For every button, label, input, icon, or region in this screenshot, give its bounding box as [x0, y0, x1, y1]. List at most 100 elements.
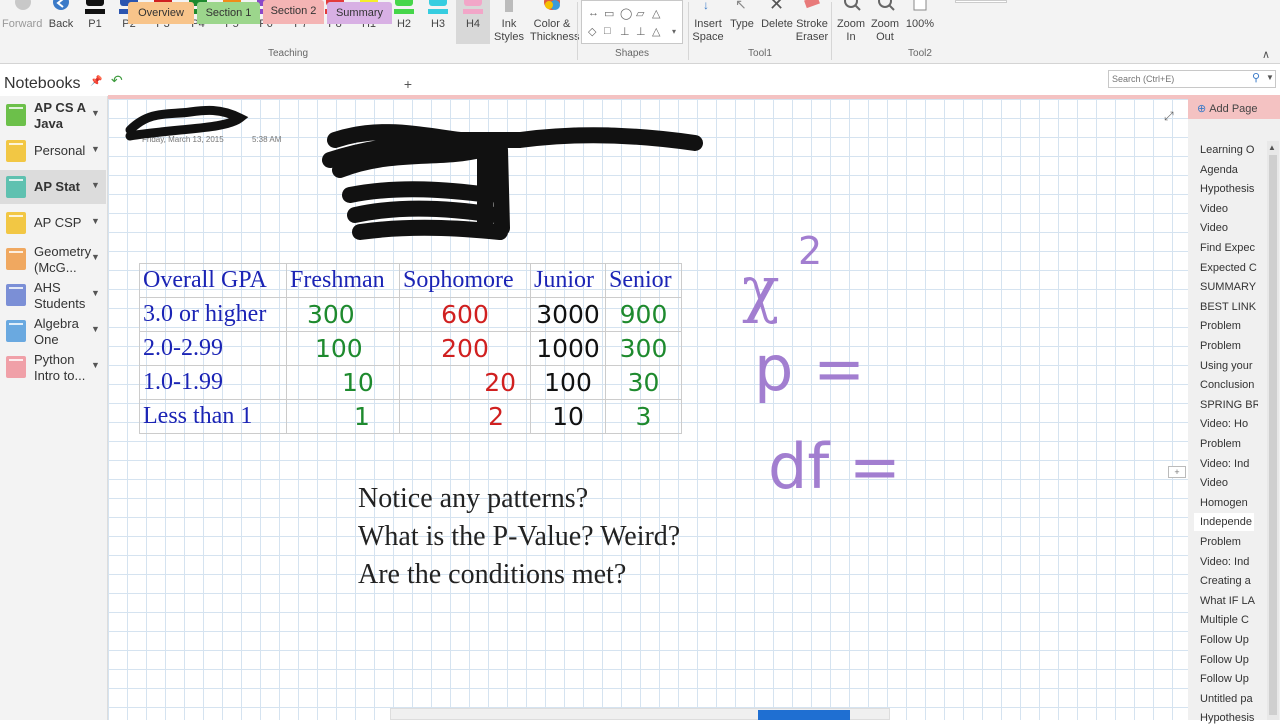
row-label: Less than 1 [139, 399, 287, 434]
page-list-item[interactable]: Follow Up [1194, 670, 1258, 688]
shape-diamond-icon: ◇ [588, 26, 597, 38]
chevron-down-icon[interactable]: ▼ [91, 252, 100, 262]
zoom-out-button[interactable]: Zoom Out [868, 0, 902, 48]
insert-page-icon[interactable]: + [1168, 466, 1186, 478]
notebook-ap-stat[interactable]: AP Stat ▼ [0, 170, 106, 204]
chevron-down-icon[interactable]: ▼ [91, 216, 100, 226]
bottom-action-button[interactable] [758, 710, 850, 720]
page-list-item[interactable]: Independe [1194, 513, 1254, 532]
search-scope-dropdown-icon[interactable]: ▼ [1266, 73, 1274, 82]
tab-summary[interactable]: Summary [327, 2, 392, 24]
page-list-item[interactable]: Homogen [1194, 494, 1258, 512]
color-thickness-button[interactable]: Color & Thickness [530, 0, 580, 48]
insert-space-label: Insert Space [692, 18, 724, 43]
add-page-button[interactable]: ⊕ Add Page [1188, 99, 1280, 119]
notebooks-header: Notebooks 📌 [0, 72, 108, 94]
notebook-ap-cs-a-java[interactable]: AP CS A Java ▼ [0, 98, 106, 132]
group-label-tool1: Tool1 [748, 48, 772, 59]
handwritten-value: 100 [286, 331, 400, 366]
page-list-item[interactable]: What IF LA [1194, 592, 1258, 610]
page-list-item[interactable]: Video [1194, 200, 1258, 218]
page-list-item[interactable]: Using your [1194, 357, 1258, 375]
page-list-item[interactable]: Multiple C [1194, 611, 1258, 629]
tab-overview[interactable]: Overview [128, 2, 194, 24]
page-list-item[interactable]: Problem [1194, 337, 1258, 355]
notebook-label: AP Stat [34, 179, 80, 194]
expand-icon[interactable]: ⤢ [1164, 109, 1174, 124]
collapse-ribbon-icon[interactable]: ∧ [1262, 48, 1270, 61]
add-section-button[interactable]: + [395, 75, 421, 95]
table-row: 1.0-1.99 10 20 100 30 [139, 365, 682, 400]
table-header-row: Overall GPA Freshman Sophomore Junior Se… [139, 263, 682, 298]
tab-section-1[interactable]: Section 1 [197, 2, 260, 24]
notebook-icon [6, 284, 26, 306]
page-list-item[interactable]: Find Expec [1194, 239, 1258, 257]
search-icon[interactable]: ⚲ [1252, 71, 1260, 84]
chevron-down-icon[interactable]: ▼ [91, 108, 100, 118]
page-list-item[interactable]: BEST LINK [1194, 298, 1258, 316]
notebook-personal[interactable]: Personal ▼ [0, 134, 106, 168]
page-list-item[interactable]: Creating a [1194, 572, 1258, 590]
shapes-gallery[interactable]: ↔ ▭ ◯ ▱ △ ◇ □ ⊥ ⊥ △ ▾ [581, 0, 683, 44]
highlighter-h3[interactable]: H3 [425, 0, 451, 48]
page-list-item[interactable]: Video: Ho [1194, 415, 1258, 433]
forward-label: Forward [2, 18, 43, 30]
type-button[interactable]: ↖ Type [727, 0, 757, 48]
page-list-item[interactable]: Video [1194, 474, 1258, 492]
chevron-down-icon[interactable]: ▼ [91, 360, 100, 370]
chevron-down-icon[interactable]: ▼ [91, 324, 100, 334]
chevron-down-icon[interactable]: ▼ [91, 144, 100, 154]
scroll-up-icon[interactable]: ▲ [1268, 143, 1276, 152]
ink-styles-button[interactable]: Ink Styles [490, 0, 528, 48]
insert-space-button[interactable]: ↓ Insert Space [690, 0, 726, 48]
notebook-geometry[interactable]: Geometry (McG... ▼ [0, 242, 106, 276]
shape-axes-icon: ⊥ [620, 26, 630, 38]
ribbon-field[interactable] [955, 0, 1007, 3]
handwritten-value: 20 [399, 365, 531, 400]
page-list-item[interactable]: Problem [1194, 533, 1258, 551]
zoom-in-button[interactable]: Zoom In [834, 0, 868, 48]
row-label: 1.0-1.99 [139, 365, 287, 400]
chevron-down-icon[interactable]: ▼ [91, 288, 100, 298]
page-list-item[interactable]: SPRING BR [1194, 396, 1258, 414]
page-list-item[interactable]: Learning O [1194, 141, 1258, 159]
page-list-item[interactable]: Expected C [1194, 259, 1258, 277]
table-header: Senior [605, 263, 682, 298]
page-list-item[interactable]: Video: Ind [1194, 455, 1258, 473]
delete-button[interactable]: ✕ Delete [759, 0, 795, 48]
page-list-item[interactable]: SUMMARY [1194, 278, 1258, 296]
page-list-item[interactable]: Conclusion [1194, 376, 1258, 394]
page-list-item[interactable]: Problem [1194, 435, 1258, 453]
highlighter-h4[interactable]: H4 [456, 0, 490, 44]
notebook-label: AP CS A Java [34, 100, 86, 131]
chevron-down-icon[interactable]: ▼ [91, 180, 100, 190]
page-list-item[interactable]: Agenda [1194, 161, 1258, 179]
page-list-item[interactable]: Follow Up [1194, 651, 1258, 669]
stroke-eraser-button[interactable]: Stroke Eraser [795, 0, 829, 48]
shape-ellipse-icon: ◯ [620, 8, 633, 20]
search-input[interactable] [1108, 70, 1276, 88]
page-list-item[interactable]: Hypothesis [1194, 709, 1258, 727]
page-list-item[interactable]: Video [1194, 219, 1258, 237]
tab-section-2[interactable]: Section 2 [263, 0, 324, 24]
zoom-100-button[interactable]: 100% [902, 0, 938, 48]
pages-scroll-thumb[interactable] [1269, 155, 1277, 715]
back-button[interactable]: Back [44, 0, 78, 48]
notebook-algebra-one[interactable]: Algebra One ▼ [0, 314, 106, 348]
page-list-item[interactable]: Follow Up [1194, 631, 1258, 649]
pen-p1[interactable]: P1 [82, 0, 108, 48]
page-list-item[interactable]: Untitled pa [1194, 690, 1258, 708]
page-list-item[interactable]: Video: Ind [1194, 553, 1258, 571]
navigate-back-icon[interactable]: ↶ [111, 72, 123, 89]
forward-button[interactable]: Forward [2, 0, 42, 48]
group-label-tool2: Tool2 [908, 48, 932, 59]
notebook-python-intro[interactable]: Python Intro to... ▼ [0, 350, 106, 384]
highlighter-h2[interactable]: H2 [391, 0, 417, 48]
ribbon-separator [577, 2, 578, 60]
pin-icon[interactable]: 📌 [90, 76, 102, 87]
notebook-ahs-students[interactable]: AHS Students ▼ [0, 278, 106, 312]
page-list-item[interactable]: Hypothesis [1194, 180, 1258, 198]
notebook-ap-csp[interactable]: AP CSP ▼ [0, 206, 106, 240]
page-list-item[interactable]: Problem [1194, 317, 1258, 335]
type-label: Type [730, 18, 754, 30]
